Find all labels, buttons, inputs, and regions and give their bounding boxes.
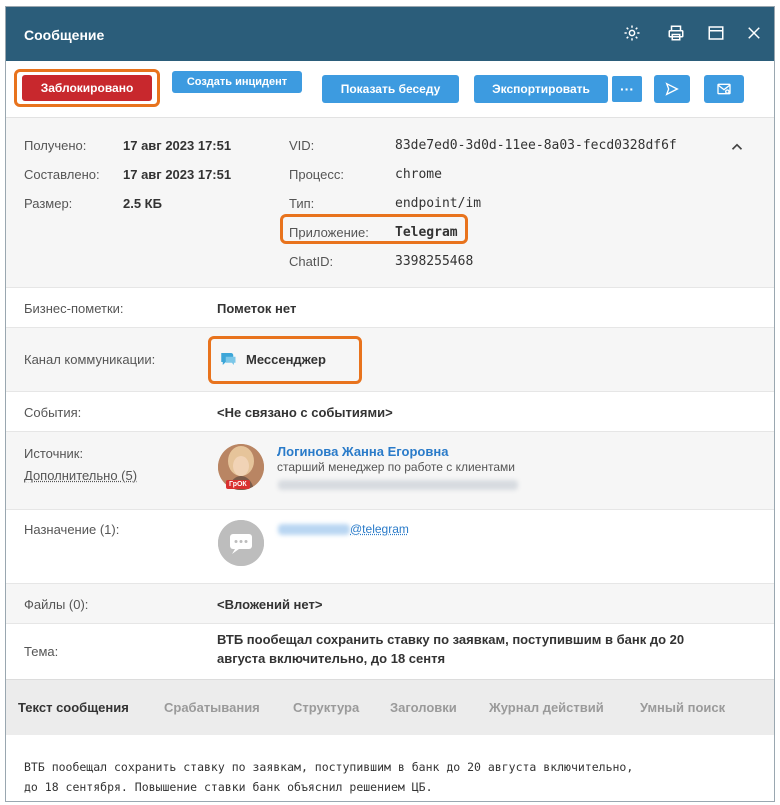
tab-bar: Текст сообщения Срабатывания Структура З…	[6, 679, 774, 735]
more-button[interactable]: ···	[611, 75, 643, 103]
size-label: Размер:	[24, 196, 73, 211]
type-label: Тип:	[289, 196, 315, 211]
tab-structure[interactable]: Структура	[293, 700, 359, 715]
subject-label: Тема:	[24, 644, 59, 659]
gear-icon[interactable]	[620, 21, 644, 45]
business-marks-row: Бизнес-пометки: Пометок нет	[6, 287, 774, 327]
app-label: Приложение:	[289, 225, 369, 240]
send-button[interactable]	[654, 75, 690, 103]
business-marks-label: Бизнес-пометки:	[24, 301, 124, 316]
files-label: Файлы (0):	[24, 597, 89, 612]
process-label: Процесс:	[289, 167, 344, 182]
events-label: События:	[24, 405, 82, 420]
tab-smart-search[interactable]: Умный поиск	[640, 700, 725, 715]
destination-row: Назначение (1): @telegram	[6, 509, 774, 583]
received-value: 17 авг 2023 17:51	[123, 138, 232, 153]
title-bar: Сообщение	[6, 7, 774, 61]
blocked-button[interactable]: Заблокировано	[22, 75, 152, 101]
source-row: Источник: Дополнительно (5) ГрОК Логинов…	[6, 431, 774, 509]
subject-row: Тема: ВТБ пообещал сохранить ставку по з…	[6, 623, 774, 679]
redacted-text	[278, 480, 518, 490]
channel-label: Канал коммуникации:	[24, 352, 156, 367]
subject-line-1: ВТБ пообещал сохранить ставку по заявкам…	[217, 632, 685, 647]
window-icon[interactable]	[704, 21, 728, 45]
mail-settings-icon	[717, 83, 731, 95]
tab-headers[interactable]: Заголовки	[390, 700, 457, 715]
composed-label: Составлено:	[24, 167, 100, 182]
tab-triggers[interactable]: Срабатывания	[164, 700, 260, 715]
message-body: ВТБ пообещал сохранить ставку по заявкам…	[24, 757, 764, 797]
channel-value: Мессенджер	[246, 352, 326, 367]
source-more-link[interactable]: Дополнительно (5)	[24, 468, 137, 483]
chat-bubble-icon	[218, 350, 238, 371]
message-line-2: до 18 сентября. Повышение ставки банк об…	[24, 780, 433, 794]
source-role: старший менеджер по работе с клиентами	[277, 460, 515, 474]
source-label: Источник:	[24, 446, 84, 461]
close-icon[interactable]	[742, 21, 766, 45]
tab-action-log[interactable]: Журнал действий	[489, 700, 604, 715]
size-value: 2.5 КБ	[123, 196, 162, 211]
window-title: Сообщение	[24, 27, 105, 43]
chatid-value: 3398255468	[395, 254, 474, 269]
avatar	[218, 520, 264, 566]
channel-row: Канал коммуникации: Мессенджер	[6, 327, 774, 391]
composed-value: 17 авг 2023 17:51	[123, 167, 232, 182]
events-value: <Не связано с событиями>	[217, 405, 393, 420]
vid-value: 83de7ed0-3d0d-11ee-8a03-fecd0328df6f	[395, 138, 677, 153]
vid-label: VID:	[289, 138, 315, 153]
tab-message-text[interactable]: Текст сообщения	[18, 700, 129, 715]
message-window: Сообщение Заблокировано Создать инцидент…	[5, 6, 775, 802]
export-button[interactable]: Экспортировать	[474, 75, 608, 103]
business-marks-value: Пометок нет	[217, 301, 297, 316]
create-incident-button[interactable]: Создать инцидент	[172, 71, 302, 93]
source-name-link[interactable]: Логинова Жанна Егоровна	[277, 444, 448, 459]
send-icon	[665, 82, 679, 96]
subject-line-2: августа включительно, до 18 сентя	[217, 651, 446, 666]
chat-bubble-icon	[218, 520, 264, 566]
show-conversation-button[interactable]: Показать беседу	[322, 75, 459, 103]
destination-label: Назначение (1):	[24, 522, 120, 537]
chatid-label: ChatID:	[289, 254, 334, 269]
app-value: Telegram	[395, 225, 458, 240]
redacted-text	[278, 524, 350, 535]
process-value: chrome	[395, 167, 442, 182]
mail-settings-button[interactable]	[704, 75, 744, 103]
toolbar: Заблокировано Создать инцидент Показать …	[6, 61, 774, 117]
files-row: Файлы (0): <Вложений нет>	[6, 583, 774, 623]
chevron-up-icon[interactable]	[728, 138, 746, 156]
message-metadata: Получено: 17 авг 2023 17:51 Составлено: …	[6, 117, 774, 287]
files-value: <Вложений нет>	[217, 597, 323, 612]
destination-link[interactable]: @telegram	[350, 522, 409, 536]
events-row: События: <Не связано с событиями>	[6, 391, 774, 431]
print-icon[interactable]	[664, 21, 688, 45]
received-label: Получено:	[24, 138, 87, 153]
source-badge: ГрОК	[226, 480, 250, 489]
type-value: endpoint/im	[395, 196, 482, 211]
message-line-1: ВТБ пообещал сохранить ставку по заявкам…	[24, 760, 634, 774]
